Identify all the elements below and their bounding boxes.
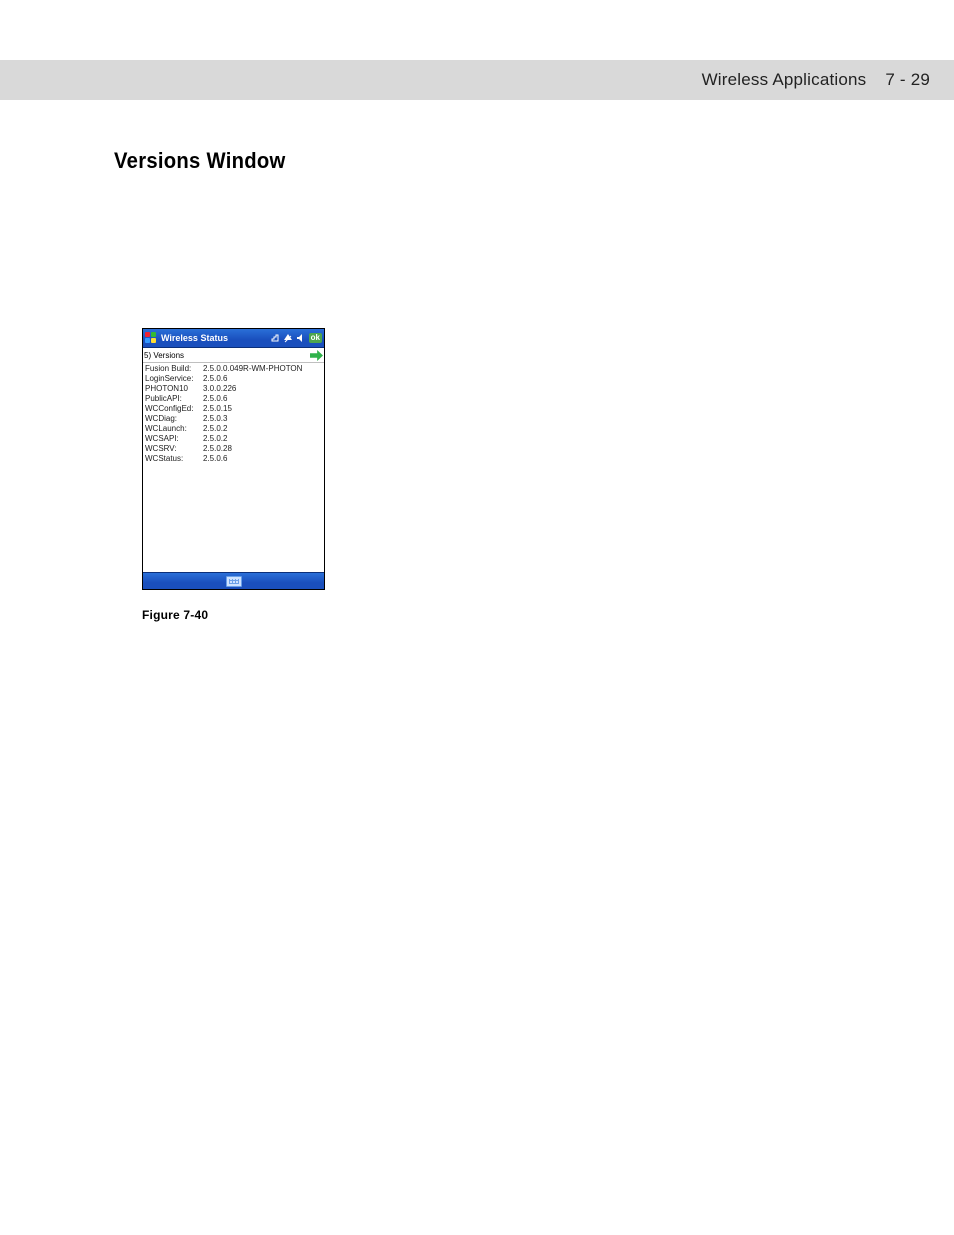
version-label: WCSRV: (145, 444, 203, 454)
header-page-number: 7 - 29 (885, 70, 930, 89)
section-title: Versions Window (114, 148, 887, 174)
version-value: 2.5.0.6 (203, 394, 227, 404)
version-label: Fusion Build: (145, 364, 203, 374)
version-row: WCStatus:2.5.0.6 (145, 454, 322, 464)
titlebar-label: Wireless Status (161, 333, 270, 343)
version-row: WCSAPI:2.5.0.2 (145, 434, 322, 444)
version-value: 3.0.0.226 (203, 384, 236, 394)
bottombar (143, 572, 324, 589)
top-margin (0, 0, 954, 60)
version-row: WCConfigEd:2.5.0.15 (145, 404, 322, 414)
page-header: Wireless Applications 7 - 29 (0, 60, 954, 100)
version-label: LoginService: (145, 374, 203, 384)
version-label: WCStatus: (145, 454, 203, 464)
version-label: WCConfigEd: (145, 404, 203, 414)
version-value: 2.5.0.2 (203, 424, 227, 434)
header-text: Wireless Applications 7 - 29 (702, 70, 930, 90)
version-row: WCLaunch:2.5.0.2 (145, 424, 322, 434)
version-value: 2.5.0.0.049R-WM-PHOTON (203, 364, 302, 374)
version-value: 2.5.0.2 (203, 434, 227, 444)
connectivity-icon (270, 333, 280, 343)
device-screenshot: Wireless Status ok 5) Versions (142, 328, 325, 590)
version-label: WCDiag: (145, 414, 203, 424)
version-label: WCSAPI: (145, 434, 203, 444)
header-chapter: Wireless Applications (702, 70, 867, 89)
figure-caption: Figure 7-40 (142, 608, 954, 622)
start-icon[interactable] (145, 332, 157, 344)
version-value: 2.5.0.6 (203, 374, 227, 384)
ok-button[interactable]: ok (309, 333, 322, 343)
version-row: PHOTON103.0.0.226 (145, 384, 322, 394)
titlebar: Wireless Status ok (143, 329, 324, 348)
versions-list: Fusion Build:2.5.0.0.049R-WM-PHOTON Logi… (143, 363, 324, 572)
titlebar-status-icons: ok (270, 333, 322, 343)
subbar-label: 5) Versions (144, 351, 184, 360)
back-arrow-icon[interactable] (310, 350, 323, 361)
version-row: PublicAPI:2.5.0.6 (145, 394, 322, 404)
subbar: 5) Versions (143, 348, 324, 363)
version-row: Fusion Build:2.5.0.0.049R-WM-PHOTON (145, 364, 322, 374)
version-row: LoginService:2.5.0.6 (145, 374, 322, 384)
version-label: WCLaunch: (145, 424, 203, 434)
signal-icon (283, 333, 293, 343)
version-label: PublicAPI: (145, 394, 203, 404)
keyboard-icon[interactable] (226, 576, 242, 587)
volume-icon (296, 333, 306, 343)
version-value: 2.5.0.3 (203, 414, 227, 424)
version-value: 2.5.0.28 (203, 444, 232, 454)
version-value: 2.5.0.15 (203, 404, 232, 414)
version-label: PHOTON10 (145, 384, 203, 394)
version-value: 2.5.0.6 (203, 454, 227, 464)
page: Wireless Applications 7 - 29 Versions Wi… (0, 0, 954, 1235)
version-row: WCSRV:2.5.0.28 (145, 444, 322, 454)
version-row: WCDiag:2.5.0.3 (145, 414, 322, 424)
content: Versions Window Wireless Status (0, 100, 954, 622)
